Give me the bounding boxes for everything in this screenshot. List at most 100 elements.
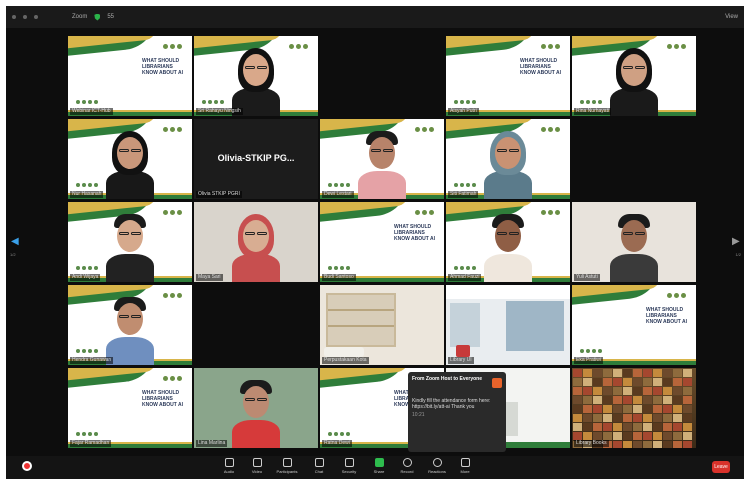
next-page-arrow-icon[interactable]: ▶ [732,236,740,248]
participant-name-label: Perpustakaan Kota [322,357,369,364]
toolbar-label: Video [251,469,263,474]
participant-display-name: Olivia-STKIP PG... [217,153,295,163]
participant-tile[interactable]: WHAT SHOULD LIBRARIANS KNOW ABOUT AI Webi… [68,36,192,116]
participant-tile[interactable]: Library UI [446,285,570,365]
slide-icons [328,432,350,436]
window-dot[interactable] [12,15,16,19]
participant-tile[interactable]: Ahmad Fauzi [446,202,570,282]
participant-video [224,42,288,116]
leave-button[interactable]: Leave [712,461,730,473]
toolbar-label: Audio [223,469,235,474]
participant-name-label: Dewi Lestari [322,191,354,198]
slide-title: WHAT SHOULD LIBRARIANS KNOW ABOUT AI [394,224,436,242]
shield-icon[interactable] [94,13,101,21]
participant-tile[interactable]: Rina Nurhayati [572,36,696,116]
participant-name-label: Olivia STKIP PGRI [196,191,242,198]
slide-icons [454,183,476,187]
participant-name-label: Maya Sari [196,274,223,281]
participant-name-label: Ahmad Fauzi [448,274,482,281]
participant-video [224,208,288,282]
participants-button[interactable]: Participants [274,458,300,474]
participant-tile[interactable]: Sri Rahayu Ningsih [194,36,318,116]
slide-logos [415,210,434,215]
slide-icons [76,432,98,436]
slide-icons [580,100,602,104]
participant-tile[interactable]: WHAT SHOULD LIBRARIANS KNOW ABOUT AI Eka … [572,285,696,365]
heart-icon [432,458,442,467]
participant-tile[interactable]: Andi Wijaya [68,202,192,282]
slide-icons [76,266,98,270]
participant-name-label: Yuli Astuti [574,274,600,281]
participant-name-label: Rina Nurhayati [574,108,612,115]
slide-logos [289,44,308,49]
participant-tile[interactable]: Siti Fatimah [446,119,570,199]
prev-page-label: 1/2 [10,252,16,257]
window-dot[interactable] [23,15,27,19]
slide-icons [76,183,98,187]
participant-tile[interactable] [320,36,444,116]
participant-name-label: Lina Marlina [196,440,228,447]
window-dot[interactable] [34,15,38,19]
prev-page-arrow-icon[interactable]: ◀ [11,236,19,248]
slide-logos [541,210,560,215]
participant-name-label: Budi Santoso [322,274,356,281]
slide-logos [541,44,560,49]
slide-icons [454,100,476,104]
participant-tile[interactable]: Lina Marlina [194,368,318,448]
slide-icons [454,266,476,270]
chat-icon [314,458,324,467]
more-button[interactable]: More [452,458,478,474]
chat-notification[interactable]: From Zoom Host to Everyone Kindly fill t… [408,372,506,452]
record-button[interactable]: Record [394,458,420,474]
participant-tile[interactable]: WHAT SHOULD LIBRARIANS KNOW ABOUT AI Budi… [320,202,444,282]
participant-tile[interactable] [572,119,696,199]
slide-title: WHAT SHOULD LIBRARIANS KNOW ABOUT AI [142,58,184,76]
participant-video [224,374,288,448]
toolbar-label: Security [341,469,357,474]
participants-icon [282,458,292,467]
slide-icons [580,349,602,353]
participant-tile[interactable]: Perpustakaan Kota [320,285,444,365]
participant-tile[interactable]: Maya Sari [194,202,318,282]
mic-icon [224,458,234,467]
security-button[interactable]: Security [336,458,362,474]
slide-logos [163,376,182,381]
participant-tile[interactable]: Dewi Lestari [320,119,444,199]
participant-tile[interactable]: Library Books [572,368,696,448]
participant-name-label: Library Books [574,440,609,447]
slide-logos [163,44,182,49]
participant-tile[interactable]: Yuli Astuti [572,202,696,282]
video-button[interactable]: Video [244,458,270,474]
participant-video [602,208,666,282]
more-icon [460,458,470,467]
audio-button[interactable]: Audio [216,458,242,474]
participant-name-label: Sri Rahayu Ningsih [196,108,243,115]
reactions-button[interactable]: Reactions [424,458,450,474]
toolbar-label: Participants [276,469,298,474]
chat-icon [492,378,502,388]
participant-video [98,291,162,365]
slide-logos [541,127,560,132]
participant-name-label: Aisyah Putri [448,108,479,115]
share-icon [374,458,384,467]
chat-title: From Zoom Host to Everyone [412,376,483,382]
participant-count: 55 [107,14,115,20]
slide-logos [163,293,182,298]
meeting-info-label[interactable]: Zoom [72,14,87,20]
toolbar-label: Share [373,469,385,474]
chat-button[interactable]: Chat [306,458,332,474]
participant-video [98,208,162,282]
view-button[interactable]: View [725,14,738,20]
participant-tile[interactable]: Hendra Gunawan [68,285,192,365]
participant-tile[interactable]: Olivia-STKIP PG... Olivia STKIP PGRI [194,119,318,199]
participant-tile[interactable]: WHAT SHOULD LIBRARIANS KNOW ABOUT AI Aisy… [446,36,570,116]
participant-video [476,208,540,282]
participant-tile[interactable]: WHAT SHOULD LIBRARIANS KNOW ABOUT AI Faja… [68,368,192,448]
participant-name-label: Library UI [448,357,474,364]
sofa [324,347,364,357]
participant-tile[interactable] [194,285,318,365]
slide-icons [328,183,350,187]
participant-tile[interactable]: Nur Hasanah [68,119,192,199]
share-button[interactable]: Share [366,458,392,474]
slide-logos [415,127,434,132]
